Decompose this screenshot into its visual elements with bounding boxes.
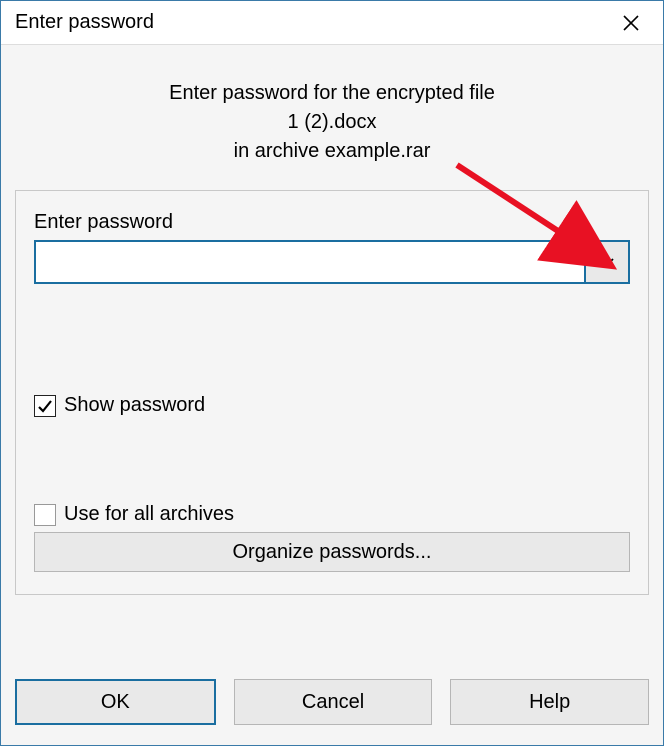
titlebar: Enter password <box>1 1 663 45</box>
prompt-text: Enter password for the encrypted file 1 … <box>15 79 649 166</box>
show-password-label: Show password <box>64 394 205 417</box>
chevron-down-icon <box>599 257 615 267</box>
password-dialog: Enter password Enter password for the en… <box>0 0 664 746</box>
use-all-archives-checkbox[interactable]: Use for all archives <box>34 503 630 526</box>
prompt-line-1: Enter password for the encrypted file <box>15 79 649 108</box>
dialog-footer: OK Cancel Help <box>1 661 663 745</box>
dialog-body: Enter password for the encrypted file 1 … <box>1 45 663 661</box>
close-icon <box>622 14 640 32</box>
checkbox-box <box>34 395 56 417</box>
input-group: Enter password Show password <box>15 190 649 595</box>
help-button[interactable]: Help <box>450 679 649 725</box>
password-combo <box>34 240 630 284</box>
prompt-line-3: in archive example.rar <box>15 137 649 166</box>
organize-passwords-button[interactable]: Organize passwords... <box>34 532 630 572</box>
password-input[interactable] <box>36 242 584 282</box>
show-password-checkbox[interactable]: Show password <box>34 394 630 417</box>
prompt-line-2: 1 (2).docx <box>15 108 649 137</box>
window-title: Enter password <box>15 11 154 34</box>
checkmark-icon <box>37 398 53 414</box>
password-label: Enter password <box>34 211 630 234</box>
password-dropdown-button[interactable] <box>584 242 628 282</box>
cancel-button[interactable]: Cancel <box>234 679 433 725</box>
use-all-archives-label: Use for all archives <box>64 503 234 526</box>
close-button[interactable] <box>609 1 653 45</box>
checkbox-box <box>34 504 56 526</box>
ok-button[interactable]: OK <box>15 679 216 725</box>
